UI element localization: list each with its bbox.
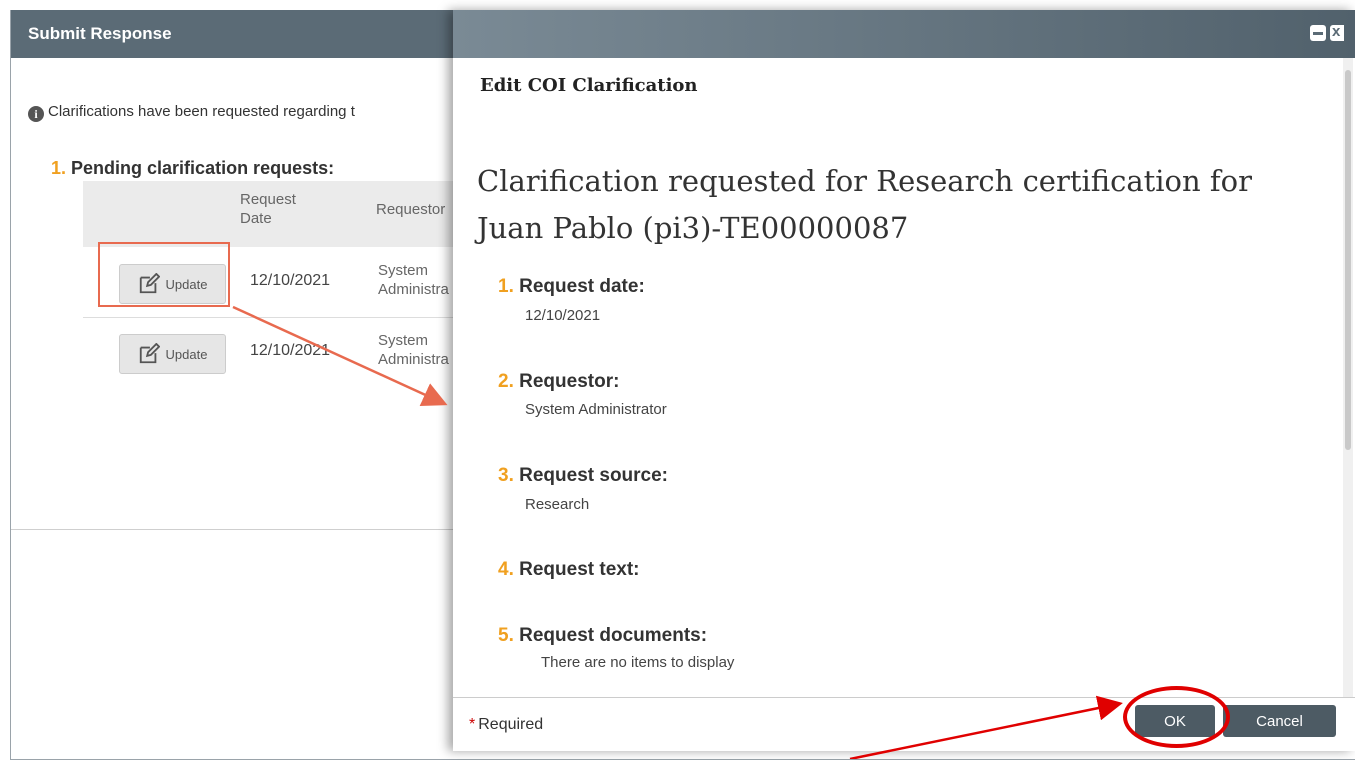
table-row: Update 12/10/2021 System Administra <box>83 317 463 381</box>
field-label-request-source: 3. Request source: <box>498 465 669 486</box>
section-title: 1. Pending clarification requests: <box>51 158 334 179</box>
cancel-button[interactable]: Cancel <box>1223 705 1336 737</box>
section-label: Pending clarification requests: <box>71 158 335 178</box>
table-header: Request Date Requestor <box>83 181 463 247</box>
field-value-request-source: Research <box>525 496 590 513</box>
minimize-icon[interactable] <box>1310 25 1326 41</box>
required-label: Required <box>478 716 544 733</box>
close-icon[interactable]: x <box>1330 25 1344 41</box>
empty-documents-message: There are no items to display <box>541 654 735 671</box>
field-label-requestor: 2. Requestor: <box>498 371 620 392</box>
info-icon: i <box>28 106 44 122</box>
update-label: Update <box>165 346 208 362</box>
dialog-title: Submit Response <box>28 24 172 43</box>
field-label-request-date: 1. Request date: <box>498 276 645 297</box>
info-text: Clarifications have been requested regar… <box>48 103 355 120</box>
divider <box>11 529 463 530</box>
request-date-cell: 12/10/2021 <box>250 272 331 289</box>
highlight-circle-ok <box>1123 686 1230 748</box>
update-button[interactable]: Update <box>119 334 226 374</box>
field-label-request-text: 4. Request text: <box>498 559 640 580</box>
edit-icon <box>139 343 160 364</box>
requestor-cell: System Administra <box>378 332 449 368</box>
column-header-request-date[interactable]: Request Date <box>240 190 310 228</box>
column-header-requestor[interactable]: Requestor <box>376 200 445 219</box>
field-label-request-documents: 5. Request documents: <box>498 625 708 646</box>
info-message: i Clarifications have been requested rega… <box>28 103 458 122</box>
highlight-box-update <box>98 242 230 307</box>
modal-header: x <box>453 10 1355 58</box>
request-date-cell: 12/10/2021 <box>250 342 331 359</box>
field-value-request-date: 12/10/2021 <box>525 307 601 324</box>
edit-coi-clarification-modal: x Edit COI Clarification Clarification r… <box>453 10 1355 751</box>
required-note: * Required <box>469 716 543 734</box>
required-star: * <box>469 716 476 733</box>
requestor-cell: System Administra <box>378 262 449 298</box>
scrollbar-thumb[interactable] <box>1345 70 1351 450</box>
section-number: 1. <box>51 158 67 178</box>
field-value-requestor: System Administrator <box>525 401 667 418</box>
clarification-heading: Clarification requested for Research cer… <box>477 164 1252 245</box>
modal-title: Edit COI Clarification <box>480 75 698 96</box>
